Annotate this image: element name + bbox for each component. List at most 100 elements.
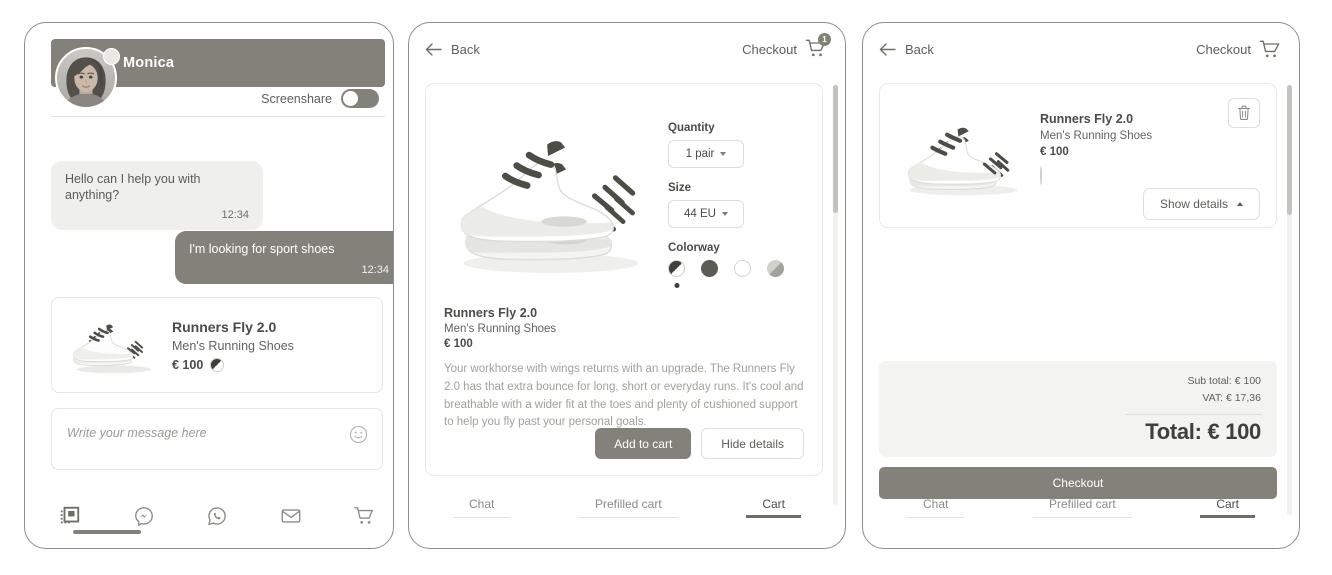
message-time: 12:34 xyxy=(221,209,249,222)
tab-label: Prefilled cart xyxy=(1048,497,1116,511)
back-button[interactable]: Back xyxy=(425,42,480,57)
colorway-swatch xyxy=(210,357,225,372)
product-subtitle: Men's Running Shoes xyxy=(172,338,294,353)
total-line: Total: € 100 xyxy=(1145,418,1261,444)
screenshare-control[interactable]: Screenshare xyxy=(261,89,379,108)
tab-label: Chat xyxy=(923,497,949,511)
tab-prefilled-cart[interactable]: Prefilled cart xyxy=(578,497,678,518)
message-composer[interactable]: Write your message here xyxy=(51,408,383,470)
colorway-option-grey-gradient[interactable] xyxy=(767,260,784,277)
toggle-knob xyxy=(343,91,358,106)
avatar[interactable] xyxy=(55,47,120,109)
detail-subtitle: Men's Running Shoes xyxy=(444,323,557,335)
subtotal-line: Sub total: € 100 xyxy=(1187,375,1261,387)
messenger-icon[interactable] xyxy=(131,503,157,529)
colorway-swatch xyxy=(1040,166,1042,185)
colorway-option-white[interactable] xyxy=(734,260,751,277)
colorway-selected-dot xyxy=(674,283,679,288)
product-info: Runners Fly 2.0 Men's Running Shoes € 10… xyxy=(164,319,294,372)
screenshot-stage: Monica Screenshare Hello can I help you … xyxy=(0,0,1332,575)
product-price: € 100 xyxy=(172,357,204,372)
detail-tabbar: Chat Prefilled cart Cart xyxy=(453,497,801,518)
cart-scrollbar[interactable] xyxy=(1287,85,1292,515)
widget-icon[interactable] xyxy=(57,503,83,529)
whatsapp-icon[interactable] xyxy=(188,487,246,545)
product-options: Quantity 1 pair Size 44 EU Colorway xyxy=(654,100,784,290)
back-label: Back xyxy=(451,41,480,57)
cart-topbar: Back Checkout xyxy=(863,23,1299,75)
message-time: 12:34 xyxy=(361,263,389,276)
phone-detail-window: Back Checkout 1 Quantity 1 pair Size 44 … xyxy=(408,22,846,549)
tab-underline xyxy=(907,516,965,518)
detail-meta: Runners Fly 2.0 Men's Running Shoes € 10… xyxy=(444,306,804,432)
colorway-label: Colorway xyxy=(668,242,720,254)
tab-label: Cart xyxy=(762,497,785,511)
cart-item-colorway xyxy=(1040,166,1260,185)
tab-chat[interactable]: Chat xyxy=(453,497,511,518)
cart-item-image xyxy=(896,103,1026,208)
composer-placeholder: Write your message here xyxy=(67,426,207,440)
detail-scroll-thumb[interactable] xyxy=(833,85,838,213)
colorway-swatches xyxy=(668,260,784,288)
chat-message-outgoing: I'm looking for sport shoes 12:34 xyxy=(175,231,393,285)
colorway-option-dark-grey[interactable] xyxy=(701,260,718,277)
checkout-link[interactable]: Checkout xyxy=(1196,39,1281,59)
detail-topbar: Back Checkout 1 xyxy=(409,23,845,75)
cart-item-subtitle: Men's Running Shoes xyxy=(1040,130,1153,142)
sneaker-icon xyxy=(460,141,639,273)
header-divider xyxy=(51,116,385,117)
home-indicator xyxy=(73,530,141,534)
sneaker-icon xyxy=(907,127,1018,196)
tab-cart[interactable]: Cart xyxy=(746,497,801,518)
detail-scrollbar[interactable] xyxy=(833,85,838,505)
checkout-label: Checkout xyxy=(742,41,797,57)
detail-title: Runners Fly 2.0 xyxy=(444,306,538,320)
screenshare-toggle[interactable] xyxy=(341,89,379,108)
show-details-label: Show details xyxy=(1159,197,1228,211)
hide-details-button[interactable]: Hide details xyxy=(701,428,804,459)
chevron-down-icon xyxy=(721,212,728,216)
tab-label: Chat xyxy=(469,497,495,511)
checkout-link[interactable]: Checkout 1 xyxy=(742,32,831,61)
size-label: Size xyxy=(668,182,692,194)
show-details-button[interactable]: Show details xyxy=(1142,188,1260,220)
tab-chat[interactable]: Chat xyxy=(907,497,965,518)
back-label: Back xyxy=(905,41,934,57)
tab-label: Prefilled cart xyxy=(594,497,662,511)
trash-icon xyxy=(1237,105,1251,120)
tab-cart[interactable]: Cart xyxy=(1200,497,1255,518)
arrow-left-icon xyxy=(425,42,442,56)
product-title: Runners Fly 2.0 xyxy=(172,318,277,335)
detail-price: € 100 xyxy=(444,338,473,350)
phone-cart-window: Back Checkout Runners Fly 2.0 Men's Runn… xyxy=(862,22,1300,549)
vat-line: VAT: € 17,36 xyxy=(1202,391,1261,404)
quantity-select[interactable]: 1 pair xyxy=(668,140,744,168)
contact-name: Monica xyxy=(123,55,175,71)
shoe-image xyxy=(64,312,160,378)
message-text: Hello can I help you with anything? xyxy=(65,172,201,202)
tab-prefilled-cart[interactable]: Prefilled cart xyxy=(1032,497,1132,518)
order-totals: Sub total: € 100 VAT: € 17,36 Total: € 1… xyxy=(879,361,1277,457)
tab-label: Cart xyxy=(1216,497,1239,511)
cart-scroll-thumb[interactable] xyxy=(1287,85,1292,215)
tab-underline xyxy=(578,516,678,518)
size-select[interactable]: 44 EU xyxy=(668,200,744,228)
chat-message-incoming: Hello can I help you with anything? 12:3… xyxy=(51,161,263,230)
delete-item-button[interactable] xyxy=(1228,98,1260,128)
quantity-value: 1 pair xyxy=(685,148,715,160)
chat-product-card[interactable]: Runners Fly 2.0 Men's Running Shoes € 10… xyxy=(51,297,383,393)
totals-divider xyxy=(1125,413,1261,415)
back-button[interactable]: Back xyxy=(879,42,934,57)
email-icon[interactable] xyxy=(278,503,304,529)
emoji-icon[interactable] xyxy=(349,425,368,444)
add-to-cart-button[interactable]: Add to cart xyxy=(595,428,692,459)
colorway-option-split-black-white[interactable] xyxy=(668,260,685,288)
chevron-down-icon xyxy=(720,152,727,156)
message-text: I'm looking for sport shoes xyxy=(189,242,335,256)
tab-underline xyxy=(453,516,511,518)
checkout-button[interactable]: Checkout xyxy=(879,467,1277,499)
tab-underline xyxy=(746,515,801,518)
quantity-label: Quantity xyxy=(668,122,715,134)
tab-underline xyxy=(1200,515,1255,518)
cart-icon[interactable] xyxy=(351,503,377,529)
